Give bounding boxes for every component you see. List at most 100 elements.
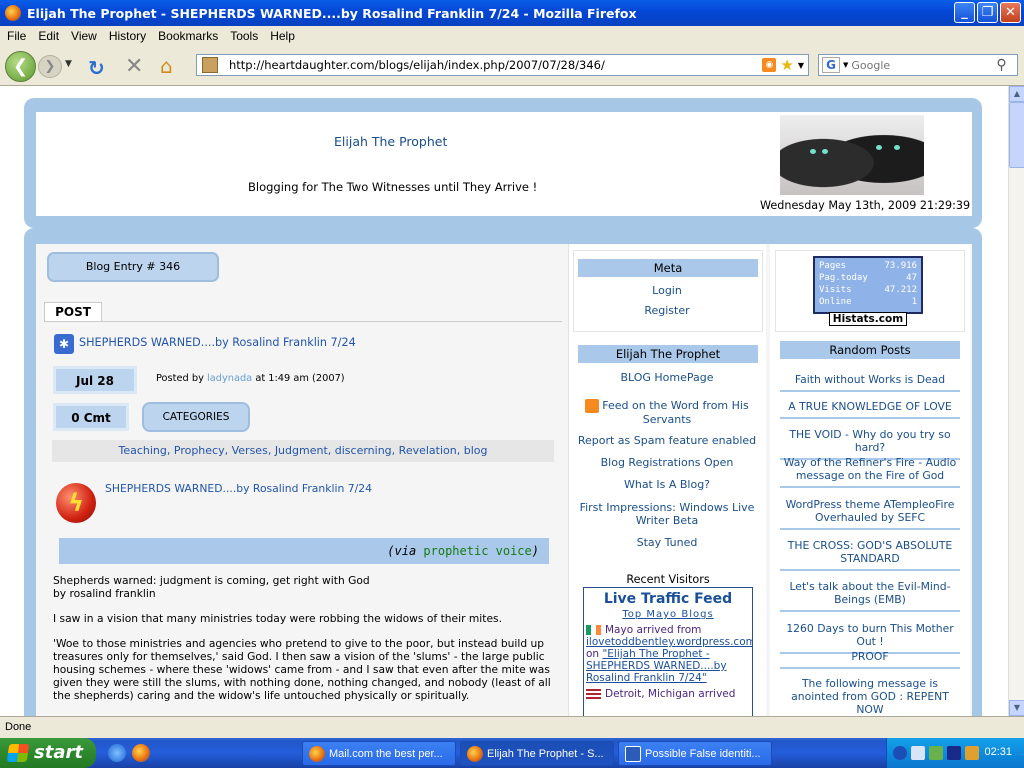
- vertical-scrollbar[interactable]: ▲ ▼: [1008, 86, 1024, 716]
- menu-bookmarks[interactable]: Bookmarks: [152, 29, 224, 43]
- clock: 02:31: [984, 746, 1012, 758]
- via-attribution: (via prophetic voice): [59, 538, 549, 564]
- tag-link[interactable]: Prophecy: [174, 444, 225, 457]
- random-post-link[interactable]: Faith without Works is Dead: [780, 373, 960, 392]
- maximize-button[interactable]: ❐: [977, 2, 998, 23]
- recent-visitors-heading: Recent Visitors: [626, 573, 710, 586]
- report-spam-link[interactable]: Report as Spam feature enabled: [575, 434, 759, 447]
- random-posts-heading: Random Posts: [780, 341, 960, 359]
- status-bar: Done: [0, 716, 1024, 736]
- tag-link[interactable]: Revelation: [399, 444, 457, 457]
- comment-count-badge[interactable]: 0 Cmt: [53, 403, 129, 431]
- author-link[interactable]: ladynada: [207, 373, 252, 384]
- tray-network-icon[interactable]: [911, 746, 925, 760]
- post-body: Shepherds warned: judgment is coming, ge…: [53, 574, 553, 714]
- url-input[interactable]: [229, 58, 763, 72]
- tab-post[interactable]: POST: [44, 302, 102, 322]
- menu-tools[interactable]: Tools: [224, 29, 264, 43]
- register-link[interactable]: Register: [575, 304, 759, 317]
- random-post-link[interactable]: WordPress theme ATempleoFire Overhauled …: [780, 498, 960, 530]
- post-paragraph: Shepherds warned: judgment is coming, ge…: [53, 574, 370, 600]
- reload-icon[interactable]: ↻: [88, 56, 105, 80]
- scroll-thumb[interactable]: [1009, 102, 1024, 168]
- post-paragraph: I saw in a vision that many ministries t…: [53, 612, 502, 625]
- history-dropdown-icon[interactable]: ▼: [65, 59, 72, 69]
- what-is-blog-link[interactable]: What Is A Blog?: [575, 478, 759, 491]
- taskbar-item-elijah[interactable]: Elijah The Prophet - S...: [460, 741, 614, 766]
- histats-counter[interactable]: Pages 73.916 Pag.today 47 Visits 47.212 Onl…: [813, 256, 923, 314]
- bookmark-star-icon[interactable]: ★: [780, 56, 793, 74]
- usa-flag-icon: [586, 689, 601, 699]
- search-engine-dropdown-icon[interactable]: ▼: [843, 61, 848, 69]
- tray-media-icon[interactable]: [947, 746, 961, 760]
- firefox-quicklaunch-icon[interactable]: [132, 744, 150, 762]
- scroll-up-arrow-icon[interactable]: ▲: [1009, 86, 1024, 102]
- referrer-link[interactable]: ilovetoddbentley.wordpress.com: [586, 636, 752, 648]
- stay-tuned-link[interactable]: Stay Tuned: [575, 536, 759, 549]
- registrations-link[interactable]: Blog Registrations Open: [575, 456, 759, 469]
- taskbar-item-mail[interactable]: Mail.com the best per...: [302, 741, 456, 766]
- tag-link[interactable]: discerning: [335, 444, 392, 457]
- blog-homepage-link[interactable]: BLOG HomePage: [575, 371, 759, 384]
- random-post-link[interactable]: THE CROSS: GOD'S ABSOLUTE STANDARD: [780, 539, 960, 571]
- login-link[interactable]: Login: [575, 284, 759, 297]
- rss-icon: [585, 399, 600, 413]
- random-post-link[interactable]: PROOF: [780, 650, 960, 669]
- feed-on-word-link[interactable]: Feed on the Word from His Servants: [575, 399, 759, 426]
- url-bar[interactable]: ◉ ★ ▼: [196, 54, 809, 76]
- search-bar[interactable]: G ▼ ⚲: [818, 54, 1018, 76]
- rss-feed-icon[interactable]: ◉: [762, 58, 777, 72]
- post-date-badge: Jul 28: [53, 366, 137, 394]
- close-button[interactable]: ✕: [1000, 2, 1021, 23]
- scroll-down-arrow-icon[interactable]: ▼: [1009, 700, 1024, 716]
- site-favicon-icon: [202, 57, 218, 73]
- search-input[interactable]: [851, 58, 992, 72]
- live-feed-title[interactable]: Live Traffic Feed: [584, 591, 752, 607]
- ireland-flag-icon: [586, 625, 601, 635]
- random-post-link[interactable]: A TRUE KNOWLEDGE OF LOVE: [780, 400, 960, 419]
- home-icon[interactable]: ⌂: [160, 54, 173, 78]
- menu-view[interactable]: View: [65, 29, 103, 43]
- tag-link[interactable]: Judgment: [275, 444, 328, 457]
- search-icon[interactable]: ⚲: [996, 57, 1006, 73]
- visited-page-link[interactable]: "Elijah The Prophet - SHEPHERDS WARNED..…: [586, 648, 727, 684]
- menu-history[interactable]: History: [103, 29, 152, 43]
- windows-logo-icon: [6, 744, 30, 762]
- blog-title-link[interactable]: Elijah The Prophet: [334, 134, 447, 149]
- stop-icon[interactable]: ✕: [125, 54, 143, 79]
- live-feed-subtitle[interactable]: Top Mayo Blogs: [584, 609, 752, 620]
- tray-back-icon[interactable]: [893, 746, 907, 760]
- windows-live-writer-link[interactable]: First Impressions: Windows Live Writer B…: [575, 501, 759, 527]
- back-button[interactable]: ❮: [5, 51, 36, 82]
- menu-file[interactable]: File: [0, 29, 32, 43]
- via-source-link[interactable]: prophetic voice: [423, 544, 531, 558]
- tag-list: Teaching, Prophecy, Verses, Judgment, di…: [52, 440, 554, 462]
- meta-heading: Meta: [578, 259, 758, 277]
- tag-link[interactable]: Teaching: [118, 444, 166, 457]
- google-icon[interactable]: G: [822, 57, 840, 73]
- menu-edit[interactable]: Edit: [32, 29, 65, 43]
- start-button[interactable]: start: [0, 738, 96, 768]
- minimize-button[interactable]: _: [954, 2, 975, 23]
- feed-item-link[interactable]: SHEPHERDS WARNED....by Rosalind Franklin…: [105, 482, 372, 495]
- firefox-icon: [5, 5, 21, 21]
- random-post-link[interactable]: Way of the Refiner's Fire - Audio messag…: [780, 456, 960, 488]
- feed-lightning-icon: ϟ: [56, 483, 96, 523]
- via-prefix: (via: [387, 544, 424, 558]
- taskbar-item-word[interactable]: Possible False identiti...: [618, 741, 772, 766]
- categories-button[interactable]: CATEGORIES: [142, 402, 250, 432]
- blog-entry-badge: Blog Entry # 346: [47, 252, 219, 282]
- tab-divider: [44, 321, 562, 322]
- histats-brand-link[interactable]: Histats.com: [829, 312, 907, 326]
- tray-volume-icon[interactable]: [965, 746, 979, 760]
- internet-explorer-icon[interactable]: [108, 744, 126, 762]
- post-title-link[interactable]: SHEPHERDS WARNED....by Rosalind Franklin…: [79, 336, 356, 349]
- tag-link[interactable]: Verses: [232, 444, 268, 457]
- menu-help[interactable]: Help: [264, 29, 301, 43]
- tag-link[interactable]: blog: [464, 444, 488, 457]
- url-dropdown-icon[interactable]: ▼: [798, 61, 804, 70]
- random-post-link[interactable]: Let's talk about the Evil-Mind-Beings (E…: [780, 580, 960, 612]
- forward-button[interactable]: ❯: [38, 55, 62, 78]
- tray-app-icon[interactable]: [929, 746, 943, 760]
- windows-taskbar: start Mail.com the best per... Elijah Th…: [0, 738, 1024, 768]
